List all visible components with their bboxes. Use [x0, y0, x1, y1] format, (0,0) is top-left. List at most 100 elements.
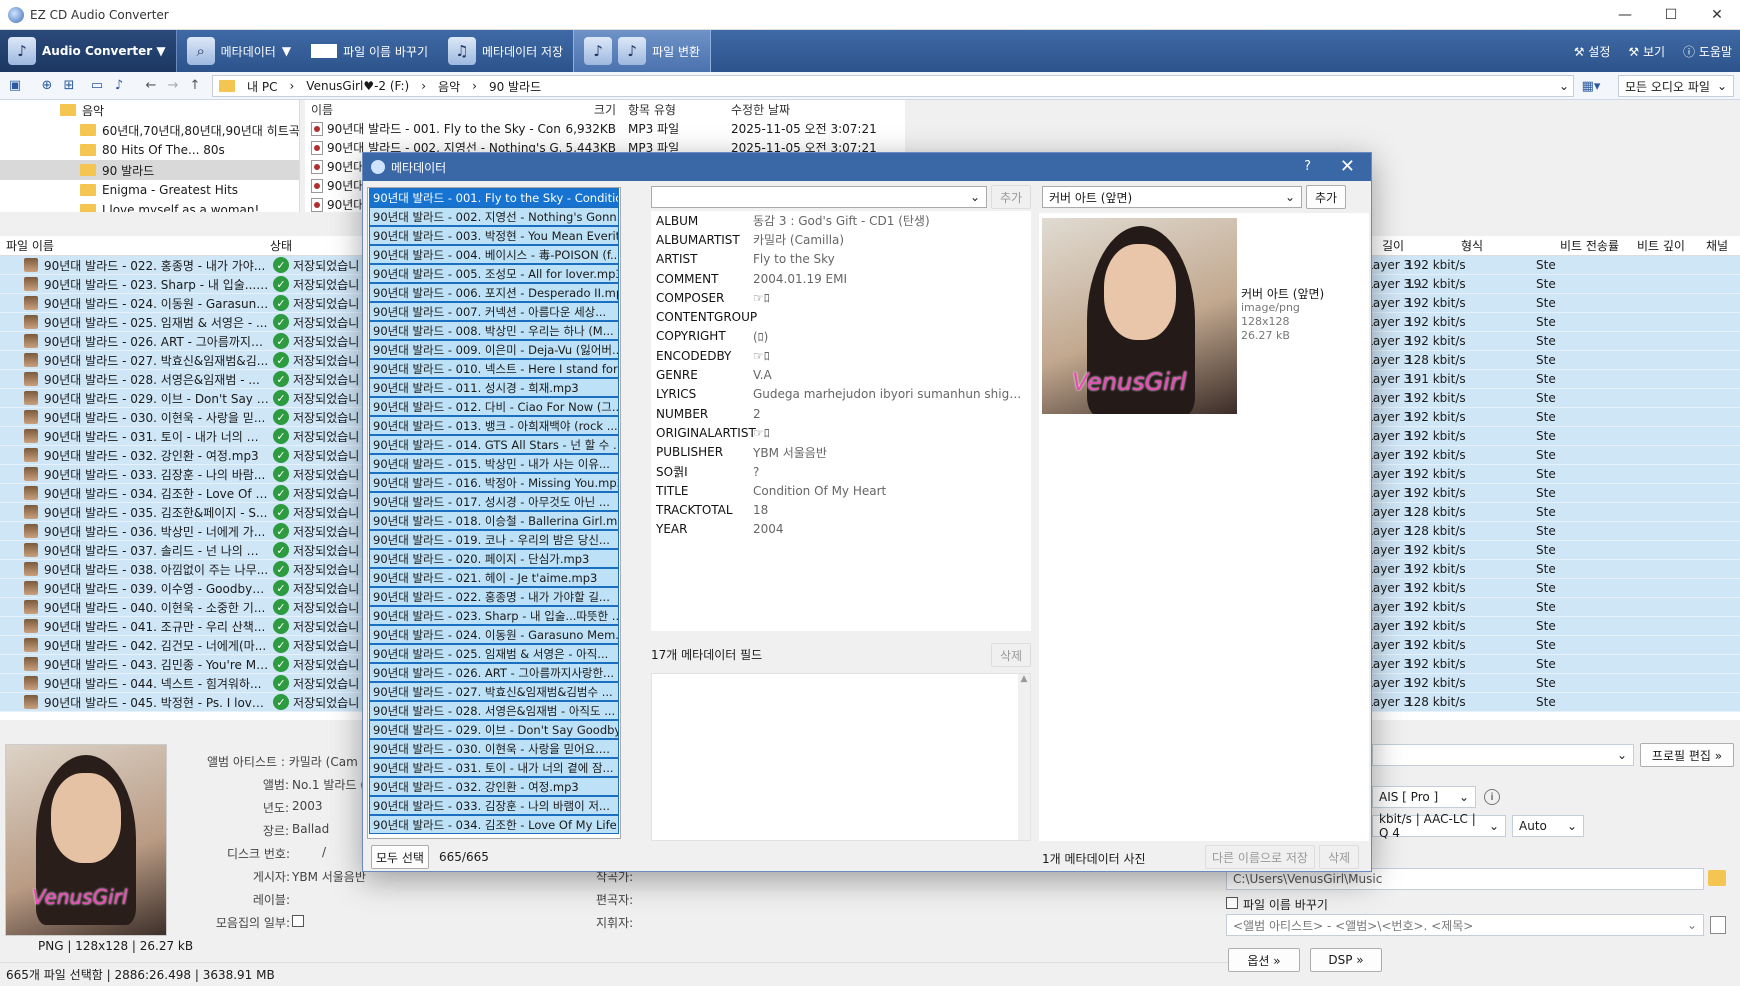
- profile-select[interactable]: ⌄: [1372, 744, 1634, 766]
- close-icon[interactable]: ✕: [1694, 0, 1740, 30]
- select-all-button[interactable]: 모두 선택: [371, 845, 429, 869]
- metadata-field-row[interactable]: COMPOSER ☞ﾛ: [651, 288, 1031, 307]
- tree-item[interactable]: 60년대,70년대,80년대,90년대 히트곡: [0, 120, 299, 140]
- dialog-list-item[interactable]: 90년대 발라드 - 018. 이승철 - Ballerina Girl.mp3: [369, 511, 619, 530]
- view-button[interactable]: ⚒ 보기: [1628, 43, 1665, 60]
- dialog-list-item[interactable]: 90년대 발라드 - 030. 이현욱 - 사랑을 믿어요....: [369, 739, 619, 758]
- metadata-field-row[interactable]: YEAR 2004: [651, 520, 1031, 539]
- rename-button[interactable]: 파일 이름 바꾸기: [301, 30, 438, 72]
- dialog-list-item[interactable]: 90년대 발라드 - 003. 박정현 - You Mean Everit...: [369, 226, 619, 245]
- metadata-field-row[interactable]: COPYRIGHT (ﾛ): [651, 327, 1031, 346]
- dialog-list-item[interactable]: 90년대 발라드 - 009. 이은미 - Deja-Vu (잃어버...: [369, 340, 619, 359]
- dialog-list-item[interactable]: 90년대 발라드 - 026. ART - 그아름까지사랑한...: [369, 663, 619, 682]
- settings-button[interactable]: ⚒ 설정: [1574, 43, 1611, 60]
- genre-value[interactable]: Ballad: [292, 822, 329, 836]
- column-size[interactable]: 크기: [561, 101, 616, 118]
- field-value-editor[interactable]: ▲: [651, 673, 1031, 841]
- dialog-list-item[interactable]: 90년대 발라드 - 017. 성시경 - 아무것도 아닌 ...: [369, 492, 619, 511]
- back-arrow-icon[interactable]: ←: [140, 75, 162, 97]
- dialog-list-item[interactable]: 90년대 발라드 - 012. 다비 - Ciao For Now (그...: [369, 397, 619, 416]
- add-files-icon[interactable]: ⊕: [36, 75, 58, 97]
- album-cover-image[interactable]: VenusGirl: [5, 744, 167, 936]
- dialog-list-item[interactable]: 90년대 발라드 - 029. 이브 - Don't Say Goodby...: [369, 720, 619, 739]
- add-field-button[interactable]: 추가: [991, 185, 1031, 209]
- view-mode-icon[interactable]: ▦▾: [1580, 75, 1602, 97]
- dialog-list-item[interactable]: 90년대 발라드 - 034. 김조한 - Love Of My Life...: [369, 815, 619, 834]
- tree-item[interactable]: 90 발라드: [0, 160, 299, 180]
- column-bitrate[interactable]: 비트 전송률: [1560, 237, 1619, 254]
- metadata-field-row[interactable]: SO퀅I?: [651, 462, 1031, 481]
- column-filename[interactable]: 파일 이름: [0, 237, 270, 254]
- metadata-field-row[interactable]: PUBLISHER YBM 서울음반: [651, 443, 1031, 462]
- metadata-field-row[interactable]: ALBUM 동감 3 : God's Gift - CD1 (탄생): [651, 211, 1031, 230]
- dialog-list-item[interactable]: 90년대 발라드 - 020. 페이지 - 단심가.mp3: [369, 549, 619, 568]
- cover-art-image[interactable]: VenusGirl: [1042, 218, 1237, 414]
- delete-picture-button[interactable]: 삭제: [1319, 845, 1359, 869]
- metadata-field-row[interactable]: LYRICS Gudega marhejudon ibyori sumanhun …: [651, 385, 1031, 404]
- codec-select[interactable]: AIS [ Pro ] ⌄: [1372, 786, 1476, 808]
- file-type-filter[interactable]: 모든 오디오 파일 ⌄: [1618, 75, 1734, 97]
- home-folder-icon[interactable]: ▣: [4, 75, 26, 97]
- dialog-list-item[interactable]: 90년대 발라드 - 031. 토이 - 내가 너의 곁에 잠...: [369, 758, 619, 777]
- column-length[interactable]: 길이: [1382, 237, 1404, 254]
- album-value[interactable]: No.1 발라드 (: [292, 776, 365, 793]
- cover-type-select[interactable]: 커버 아트 (앞면) ⌄: [1042, 186, 1302, 208]
- metadata-field-row[interactable]: NUMBER 2: [651, 404, 1031, 423]
- column-bitdepth[interactable]: 비트 깊이: [1637, 237, 1685, 254]
- breadcrumb-item[interactable]: 내 PC: [247, 78, 277, 95]
- column-type[interactable]: 항목 유형: [616, 101, 731, 118]
- dialog-list-item[interactable]: 90년대 발라드 - 004. 베이시스 - 毒-POISON (f...: [369, 245, 619, 264]
- save-as-button[interactable]: 다른 이름으로 저장: [1205, 845, 1315, 869]
- up-arrow-icon[interactable]: ↑: [184, 75, 206, 97]
- dialog-list-item[interactable]: 90년대 발라드 - 019. 코나 - 우리의 밤은 당신...: [369, 530, 619, 549]
- close-icon[interactable]: ✕: [1340, 156, 1355, 177]
- publisher-value[interactable]: YBM 서울음반: [292, 868, 366, 885]
- tree-item[interactable]: I love myself as a woman!: [0, 200, 299, 212]
- dialog-list-item[interactable]: 90년대 발라드 - 002. 지영선 - Nothing's Gonn...: [369, 207, 619, 226]
- add-cover-button[interactable]: 추가: [1306, 185, 1346, 209]
- dialog-list-item[interactable]: 90년대 발라드 - 011. 성시경 - 희재.mp3: [369, 378, 619, 397]
- metadata-field-row[interactable]: GENRE V.A: [651, 365, 1031, 384]
- dialog-list-item[interactable]: 90년대 발라드 - 025. 임재범 & 서영은 - 아직...: [369, 644, 619, 663]
- metadata-field-row[interactable]: COMMENT 2004.01.19 EMI: [651, 269, 1031, 288]
- browse-folder-icon[interactable]: [1708, 870, 1726, 886]
- metadata-field-row[interactable]: TITLE Condition Of My Heart: [651, 481, 1031, 500]
- year-value[interactable]: 2003: [292, 799, 323, 813]
- music-folder-icon[interactable]: ♪: [108, 75, 130, 97]
- dialog-list-item[interactable]: 90년대 발라드 - 016. 박정아 - Missing You.mp3: [369, 473, 619, 492]
- dialog-list-item[interactable]: 90년대 발라드 - 021. 헤이 - Je t'aime.mp3: [369, 568, 619, 587]
- forward-arrow-icon[interactable]: →: [162, 75, 184, 97]
- dialog-list-item[interactable]: 90년대 발라드 - 022. 홍종명 - 내가 가야할 길...: [369, 587, 619, 606]
- dialog-list-item[interactable]: 90년대 발라드 - 015. 박상민 - 내가 사는 이유...: [369, 454, 619, 473]
- file-list-scrollbar[interactable]: [623, 187, 635, 839]
- field-name-select[interactable]: ⌄: [651, 186, 987, 208]
- options-button[interactable]: 옵션 »: [1228, 948, 1300, 972]
- quality-select[interactable]: kbit/s | AAC-LC | Q 4 ⌄: [1372, 812, 1506, 840]
- dialog-list-item[interactable]: 90년대 발라드 - 006. 포지션 - Desperado II.mp3: [369, 283, 619, 302]
- dialog-list-item[interactable]: 90년대 발라드 - 024. 이동원 - Garasuno Mem...: [369, 625, 619, 644]
- maximize-icon[interactable]: ☐: [1648, 0, 1694, 30]
- delete-field-button[interactable]: 삭제: [991, 643, 1031, 667]
- metadata-field-row[interactable]: ORIGINALARTIST ☞ﾛ: [651, 423, 1031, 442]
- dialog-list-item[interactable]: 90년대 발라드 - 001. Fly to the Sky - Conditi…: [369, 188, 619, 207]
- rename-pattern-field[interactable]: <앨범 아티스트> - <앨범>\<번호>. <제목> ⌄: [1226, 914, 1704, 936]
- editor-scrollbar[interactable]: ▲: [1018, 674, 1030, 840]
- column-status[interactable]: 상태: [270, 237, 360, 254]
- metadata-field-row[interactable]: ARTIST Fly to the Sky: [651, 250, 1031, 269]
- dialog-list-item[interactable]: 90년대 발라드 - 010. 넥스트 - Here I stand for .…: [369, 359, 619, 378]
- column-modified[interactable]: 수정한 날짜: [731, 101, 891, 118]
- rename-checkbox[interactable]: [1226, 897, 1238, 909]
- chevron-down-icon[interactable]: ⌄: [1559, 79, 1569, 93]
- metadata-field-row[interactable]: ALBUMARTIST 카밀라 (Camilla): [651, 230, 1031, 249]
- help-icon[interactable]: ?: [1304, 159, 1311, 174]
- address-bar[interactable]: 내 PC › VenusGirl♥-2 (F:) › 음악 › 90 발라드 ⌄: [212, 75, 1574, 97]
- breadcrumb-item[interactable]: VenusGirl♥-2 (F:): [306, 79, 409, 93]
- compilation-checkbox[interactable]: [292, 915, 304, 927]
- column-name[interactable]: 이름: [305, 101, 561, 118]
- tree-item[interactable]: Enigma - Greatest Hits: [0, 180, 299, 200]
- dialog-list-item[interactable]: 90년대 발라드 - 014. GTS All Stars - 넌 할 수 ..…: [369, 435, 619, 454]
- metadata-button[interactable]: ⌕ 메타데이터 ▼: [177, 30, 301, 72]
- add-folder-icon[interactable]: ⊞: [58, 75, 80, 97]
- dialog-list-item[interactable]: 90년대 발라드 - 032. 강인환 - 여정.mp3: [369, 777, 619, 796]
- tree-item[interactable]: 80 Hits Of The... 80s: [0, 140, 299, 160]
